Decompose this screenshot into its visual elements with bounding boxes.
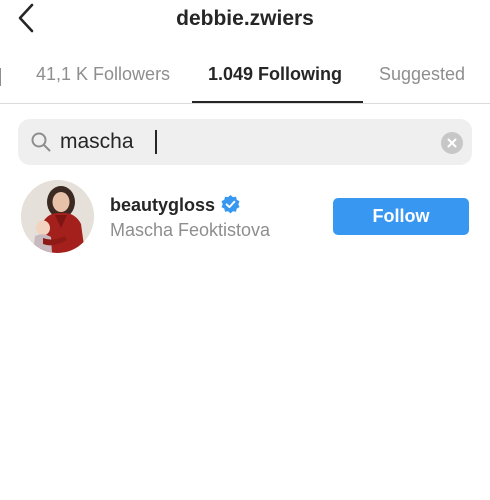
tabs-divider xyxy=(0,103,490,104)
tab-followers[interactable]: 41,1 K Followers xyxy=(36,64,170,85)
verified-badge-icon xyxy=(221,195,240,214)
tab-suggested[interactable]: Suggested xyxy=(379,64,465,85)
result-username[interactable]: beautygloss xyxy=(110,195,215,216)
header: debbie.zwiers xyxy=(0,0,490,40)
follow-button[interactable]: Follow xyxy=(333,198,469,235)
clear-search-button[interactable] xyxy=(441,132,463,154)
screen: debbie.zwiers 41,1 K Followers 1.049 Fol… xyxy=(0,0,490,500)
tab-previous-partial[interactable] xyxy=(0,66,2,88)
clear-icon xyxy=(447,138,457,148)
tab-following[interactable]: 1.049 Following xyxy=(208,64,342,85)
search-icon xyxy=(31,132,51,152)
result-full-name: Mascha Feoktistova xyxy=(110,220,271,240)
page-title: debbie.zwiers xyxy=(176,7,314,30)
text-caret xyxy=(155,130,157,154)
list-item[interactable]: beautygloss Mascha Feoktistova Follow xyxy=(0,176,490,260)
tab-bar: 41,1 K Followers 1.049 Following Suggest… xyxy=(0,52,490,104)
avatar[interactable] xyxy=(21,180,94,253)
avatar-image xyxy=(21,180,94,253)
search-input[interactable] xyxy=(60,127,420,157)
search-bar[interactable] xyxy=(18,119,472,165)
